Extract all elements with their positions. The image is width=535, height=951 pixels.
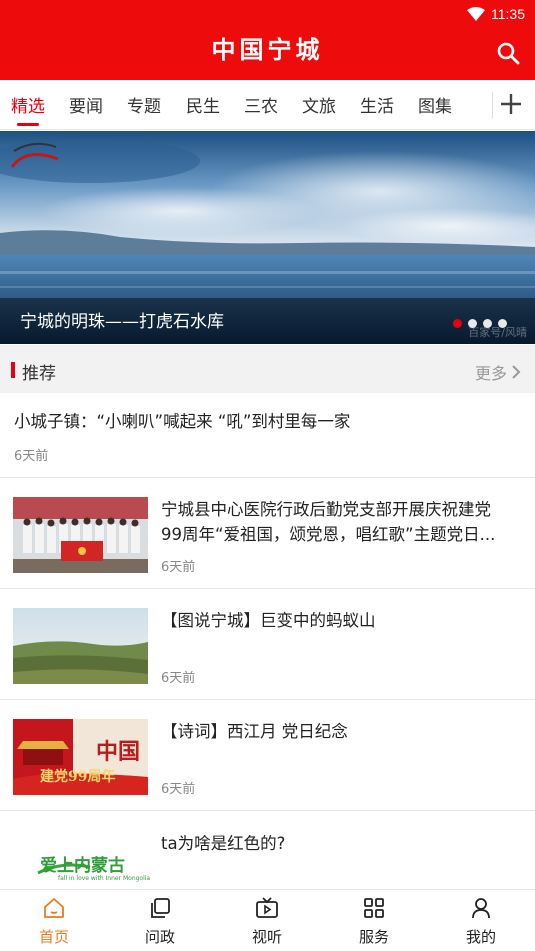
recommend-section-header: 推荐 更多	[0, 345, 535, 393]
article-item[interactable]: 【图说宁城】巨变中的蚂蚁山 6天前	[0, 589, 535, 700]
search-icon[interactable]	[495, 40, 521, 66]
article-item[interactable]: 小城子镇：“小喇叭”喊起来 “吼”到村里每一家 6天前	[0, 393, 535, 478]
article-title-line1: 宁城县中心医院行政后勤党支部开展庆祝建党	[161, 500, 491, 519]
section-title: 推荐	[22, 364, 56, 384]
watermark-logo	[10, 142, 59, 168]
article-item[interactable]: 宁城县中心医院行政后勤党支部开展庆祝建党 99周年“爱祖国，颂党恩，唱红歌”主题…	[0, 478, 535, 589]
app-header: 11:35 中国宁城	[0, 0, 535, 80]
article-time: 6天前	[161, 560, 196, 575]
tab-gallery[interactable]: 图集	[418, 92, 452, 117]
nav-home[interactable]: 首页	[14, 896, 94, 947]
banner-carousel[interactable]: 宁城的明珠——打虎石水库 百家号/风晴	[0, 131, 535, 344]
nav-media[interactable]: 视听	[227, 896, 307, 947]
active-tab-indicator	[17, 123, 39, 126]
banner-caption[interactable]: 宁城的明珠——打虎石水库	[20, 307, 224, 332]
section-marker	[11, 362, 15, 378]
app-title: 中国宁城	[211, 35, 324, 64]
carousel-dot[interactable]	[453, 319, 462, 328]
thumbnail-text: 爱上内蒙古	[40, 856, 125, 876]
article-title: 【图说宁城】巨变中的蚂蚁山	[161, 611, 376, 630]
article-item[interactable]: 中国 建党99周年 【诗词】西江月 党日纪念 6天前	[0, 700, 535, 811]
status-bar: 11:35	[467, 4, 525, 24]
tab-topics[interactable]: 专题	[127, 92, 161, 117]
more-link[interactable]: 更多	[475, 360, 521, 384]
tab-agriculture[interactable]: 三农	[244, 92, 278, 117]
article-title: 【诗词】西江月 党日纪念	[161, 722, 348, 741]
nav-label: 视听	[251, 928, 282, 946]
tab-culture-tourism[interactable]: 文旅	[302, 92, 336, 117]
article-title: 小城子镇：“小喇叭”喊起来 “吼”到村里每一家	[14, 412, 351, 431]
nav-label: 我的	[465, 928, 496, 946]
thumbnail-text: 建党99周年	[40, 769, 116, 785]
chevron-right-icon	[512, 365, 521, 379]
article-title-line2: 99周年“爱祖国，颂党恩，唱红歌”主题党日...	[161, 525, 496, 544]
grid-icon	[364, 898, 384, 918]
article-thumbnail	[13, 608, 148, 684]
article-time: 6天前	[14, 449, 49, 464]
nav-mine[interactable]: 我的	[441, 896, 521, 947]
user-icon	[472, 898, 490, 919]
article-thumbnail	[13, 497, 148, 573]
tabs-divider	[492, 92, 493, 118]
article-time: 6天前	[161, 671, 196, 686]
tab-life[interactable]: 生活	[360, 92, 394, 117]
tab-livelihood[interactable]: 民生	[186, 92, 220, 117]
wifi-icon	[467, 7, 485, 21]
tab-headlines[interactable]: 要闻	[69, 92, 103, 117]
article-time: 6天前	[161, 782, 196, 797]
article-item[interactable]: 爱上内蒙古 fall in love with Inner Mongolia t…	[0, 811, 535, 889]
nav-services[interactable]: 服务	[334, 896, 414, 947]
nav-label: 问政	[144, 928, 175, 946]
home-icon	[44, 898, 64, 918]
thumbnail-text: 中国	[96, 739, 141, 765]
banner-watermark: 百家号/风晴	[468, 326, 527, 339]
more-label: 更多	[474, 364, 507, 383]
tv-play-icon	[256, 897, 278, 918]
status-time: 11:35	[491, 6, 525, 22]
nav-label: 首页	[38, 928, 69, 946]
nav-inquiry[interactable]: 问政	[120, 896, 200, 947]
category-tabs: 精选 要闻 专题 民生 三农 文旅 生活 图集	[0, 80, 535, 130]
add-channel-icon[interactable]	[498, 90, 524, 118]
thumbnail-subtext: fall in love with Inner Mongolia	[58, 875, 151, 882]
article-title: ta为啥是红色的?	[161, 834, 286, 853]
copy-icon	[151, 898, 170, 918]
bottom-navigation: 首页 问政 视听 服务 我的	[0, 889, 535, 951]
tabs-fade	[470, 80, 492, 129]
tab-featured[interactable]: 精选	[11, 92, 45, 117]
nav-label: 服务	[358, 928, 389, 946]
